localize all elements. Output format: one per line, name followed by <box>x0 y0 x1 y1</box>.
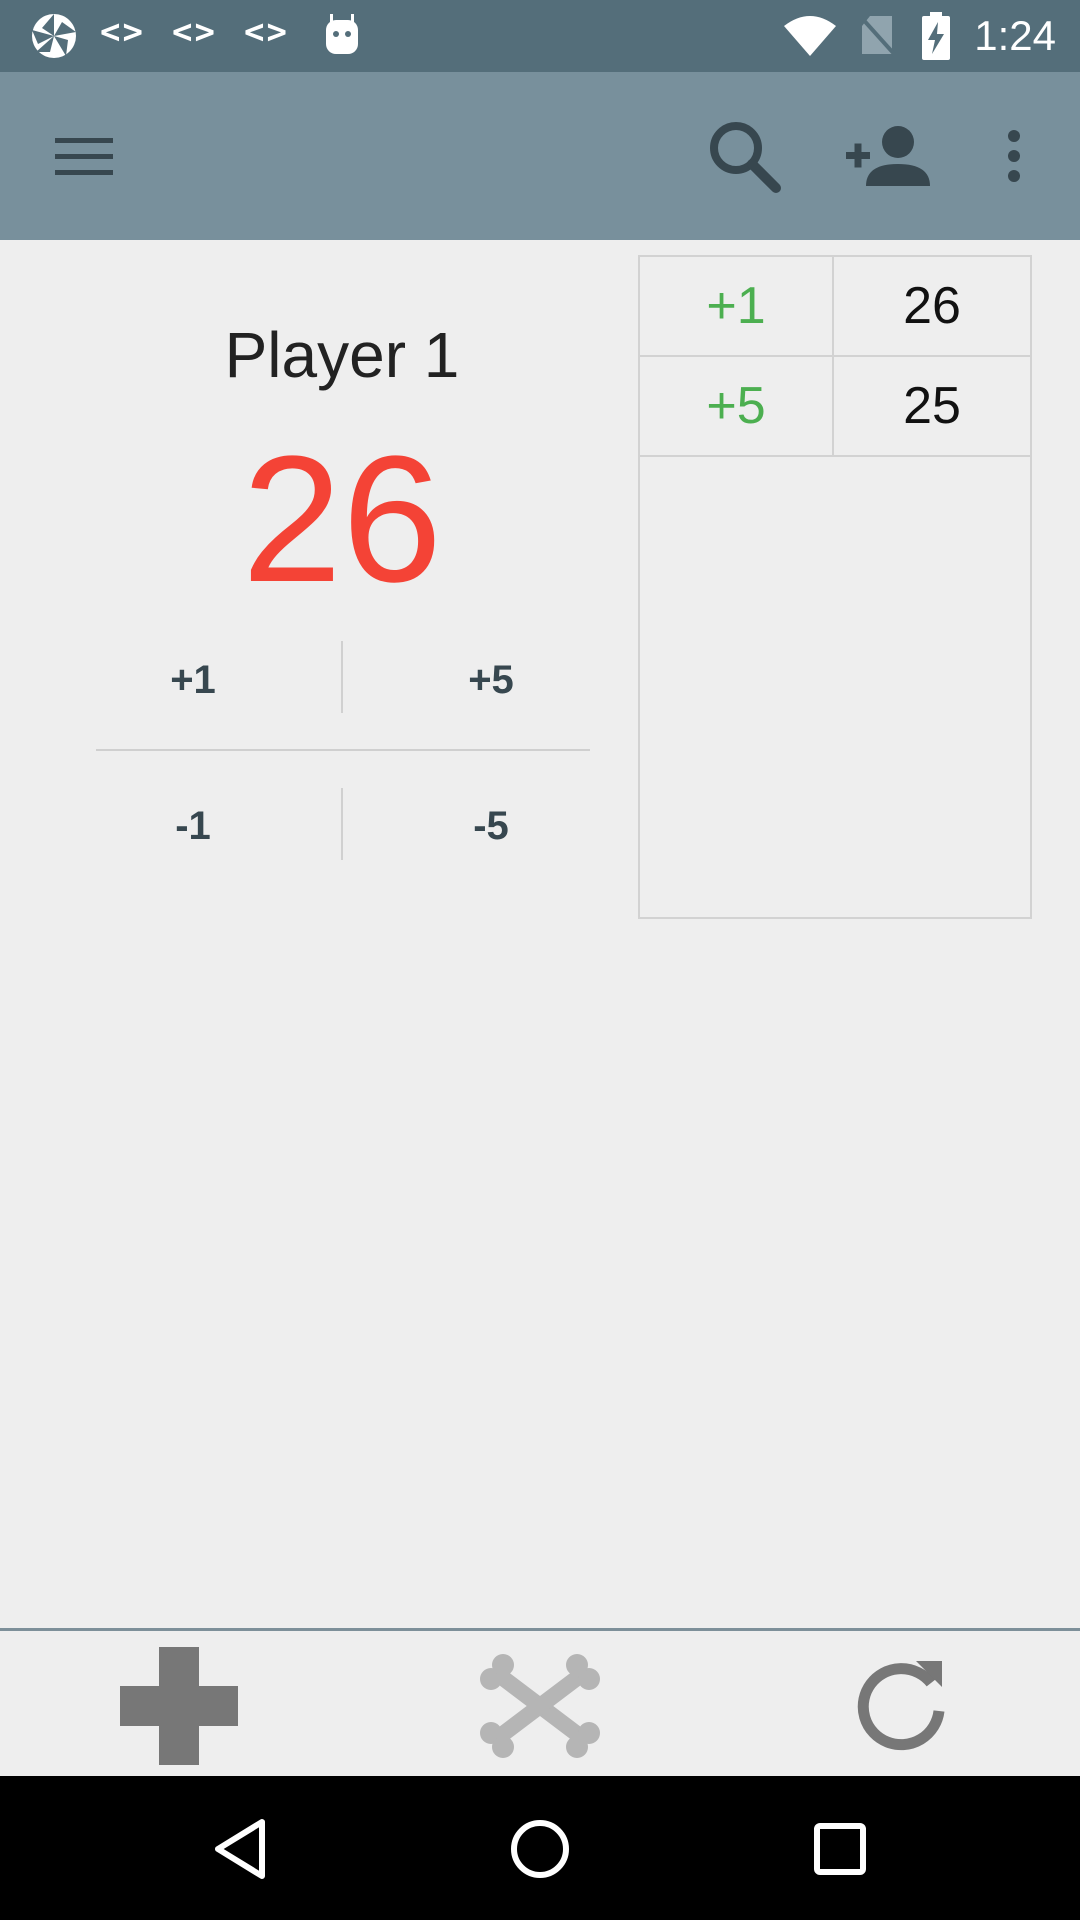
recents-icon <box>814 1823 866 1875</box>
add-player-button[interactable] <box>840 108 936 204</box>
home-icon <box>511 1820 569 1878</box>
refresh-icon <box>857 1661 945 1751</box>
code-icon: <> <box>172 12 217 52</box>
history-total: 25 <box>903 377 961 435</box>
pinwheel-icon <box>32 14 76 58</box>
menu-icon <box>55 138 113 175</box>
divider <box>341 641 343 713</box>
search-button[interactable] <box>696 108 792 204</box>
history-delta: +5 <box>640 357 834 455</box>
code-icon: <> <box>100 12 145 52</box>
score-history-table: +1 26 +5 25 <box>638 255 1032 919</box>
plus-one-button[interactable]: +1 <box>70 644 316 716</box>
minus-five-button[interactable]: -5 <box>368 790 614 862</box>
search-icon <box>710 122 781 193</box>
app-bar <box>0 72 1080 240</box>
back-button[interactable] <box>196 1804 286 1894</box>
code-icon: <> <box>244 12 289 52</box>
status-bar: <> <> <> 1:24 <box>0 0 1080 72</box>
add-button[interactable] <box>114 1641 244 1771</box>
reset-button[interactable] <box>836 1641 966 1771</box>
bottom-bar <box>0 1628 1080 1776</box>
minus-one-button[interactable]: -1 <box>70 790 316 862</box>
back-icon <box>215 1819 265 1879</box>
wifi-icon <box>784 16 836 56</box>
plus-five-button[interactable]: +5 <box>368 644 614 716</box>
history-row: +5 25 <box>640 357 1030 457</box>
android-icon <box>326 14 358 54</box>
history-delta: +1 <box>640 257 834 355</box>
player-name[interactable]: Player 1 <box>0 318 684 392</box>
clock: 1:24 <box>974 12 1056 59</box>
menu-button[interactable] <box>36 108 132 204</box>
add-icon <box>120 1647 238 1765</box>
recents-button[interactable] <box>795 1804 885 1894</box>
navigation-bar <box>0 1776 1080 1920</box>
battery-charging-icon <box>922 12 950 60</box>
more-vert-icon <box>1008 130 1020 182</box>
history-total: 26 <box>903 277 961 335</box>
add-person-icon <box>846 126 930 186</box>
crossbones-icon <box>480 1654 600 1758</box>
home-button[interactable] <box>495 1804 585 1894</box>
divider <box>96 749 590 751</box>
history-row: +1 26 <box>640 257 1030 357</box>
remove-player-button[interactable] <box>475 1641 605 1771</box>
no-sim-icon <box>858 14 898 58</box>
divider <box>341 788 343 860</box>
overflow-menu-button[interactable] <box>966 108 1062 204</box>
player-score: 26 <box>241 419 443 620</box>
